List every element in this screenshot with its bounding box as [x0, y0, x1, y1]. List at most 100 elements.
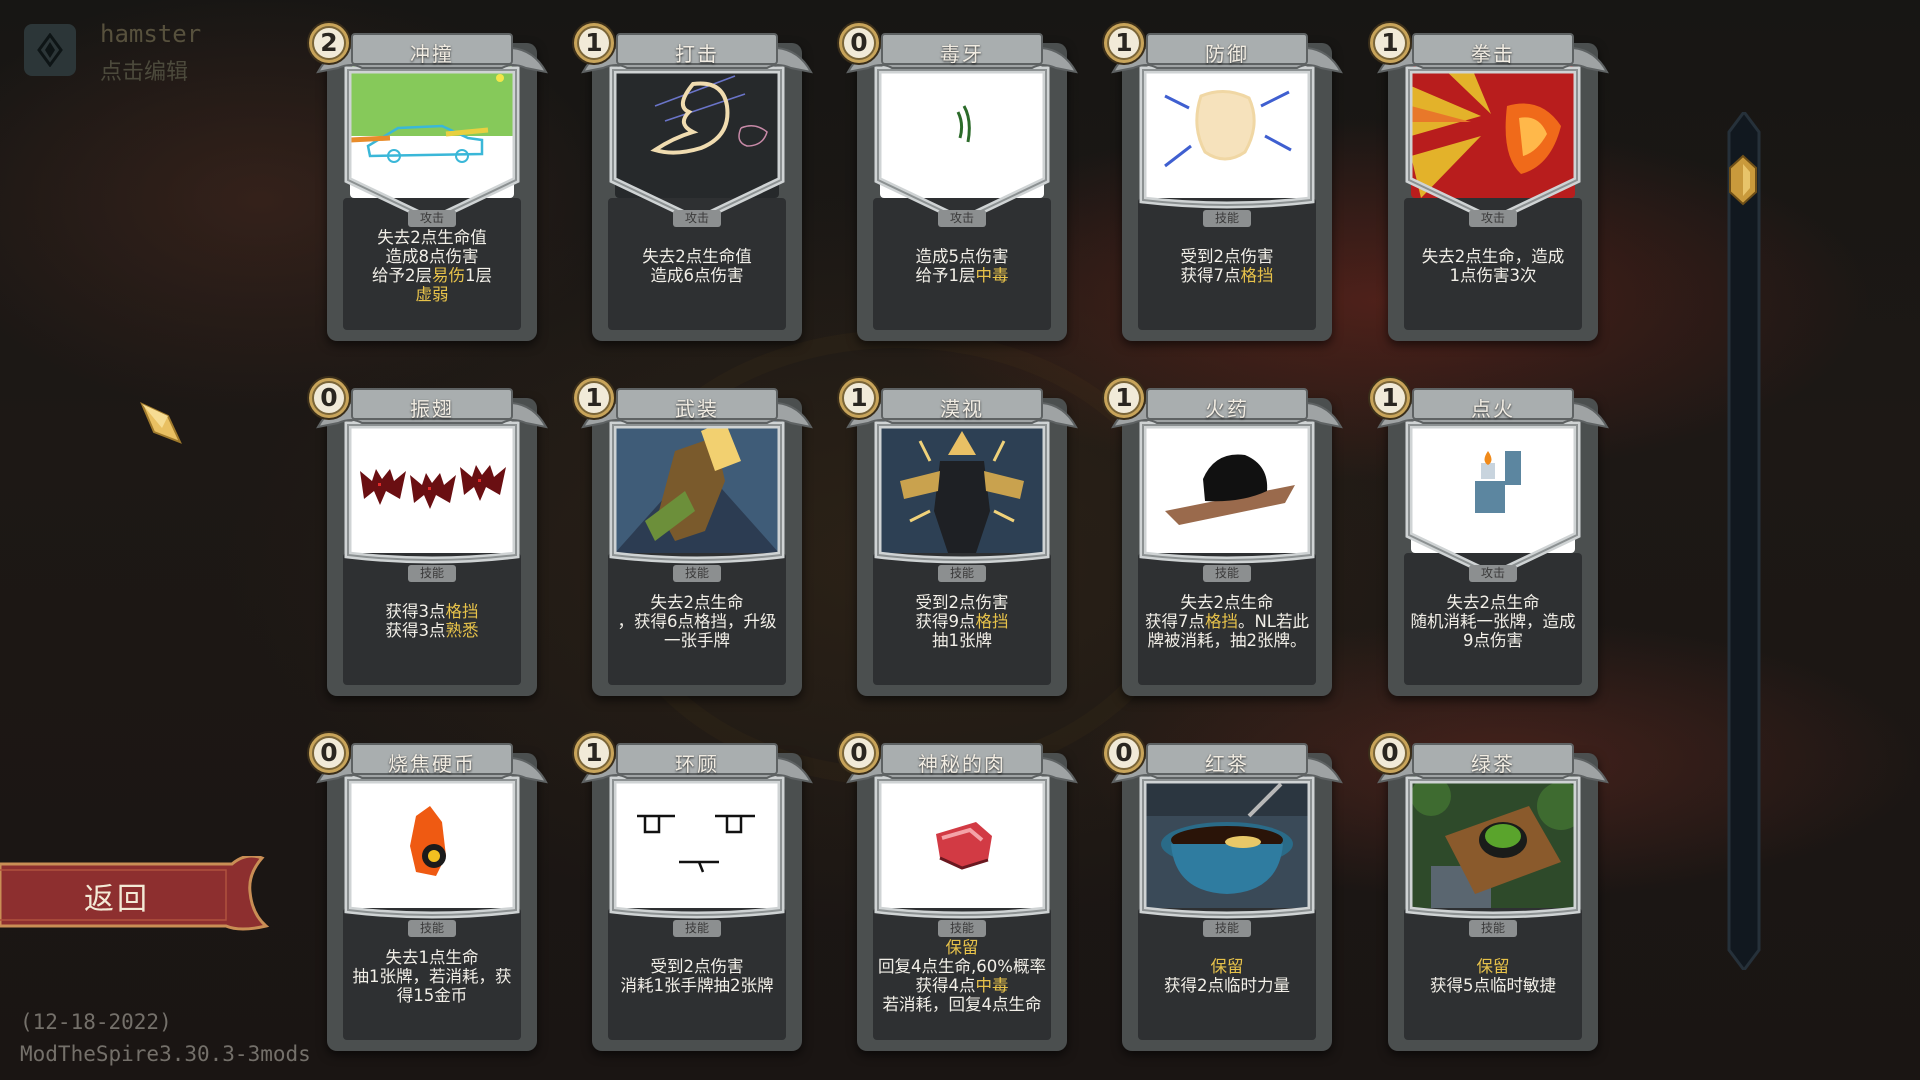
card[interactable]: 环顾 技能 受到2点伤害 消耗1张手牌抽2张牌 1: [572, 731, 817, 1058]
card[interactable]: 漠视 技能 受到2点伤害 获得9点格挡 抽1张牌 1: [837, 376, 1082, 703]
energy-cost: 1: [850, 383, 868, 412]
card-description-line: 牌被消耗，抽2张牌。: [1148, 631, 1307, 650]
energy-cost: 0: [850, 28, 868, 57]
profile-badge[interactable]: [24, 24, 76, 76]
back-button-label: 返回: [84, 882, 150, 917]
card-description-line: 失去2点生命值: [377, 228, 487, 247]
gem-cursor-icon: [140, 402, 182, 444]
card-description: 受到2点伤害 获得7点格挡: [1138, 208, 1316, 324]
energy-cost: 1: [1115, 28, 1133, 57]
card[interactable]: 毒牙 攻击 造成5点伤害 给予1层中毒 0: [837, 21, 1082, 348]
card[interactable]: 点火 攻击 失去2点生命 随机消耗一张牌，造成 9点伤害 1: [1368, 376, 1613, 703]
description-text: 得15金币: [396, 985, 468, 1005]
card-description-line: 给予2层易伤1层: [372, 266, 492, 285]
card[interactable]: 冲撞 攻击 失去2点生命值 造成8点伤害 给予2层易伤1层 虚弱 2: [307, 21, 552, 348]
card-description-line: 回复4点生命,60%概率: [878, 957, 1046, 976]
description-text: 获得4点: [915, 976, 976, 995]
card-description-line: 获得2点临时力量: [1164, 976, 1290, 995]
energy-cost: 1: [585, 28, 603, 57]
card-description-line: 造成6点伤害: [651, 266, 744, 285]
description-text: 造成8点伤害: [385, 247, 479, 266]
description-text: 获得7点: [1144, 611, 1205, 631]
description-text: 一张手牌: [664, 630, 730, 650]
card[interactable]: 拳击 攻击 失去2点生命，造成 1点伤害3次 1: [1368, 21, 1613, 348]
energy-cost: 0: [1115, 738, 1133, 767]
scrollbar-thumb[interactable]: [1726, 154, 1760, 206]
build-date: (12-18-2022): [20, 1010, 172, 1034]
card[interactable]: 红茶 技能 保留 获得2点临时力量 0: [1102, 731, 1347, 1058]
description-text: 受到2点伤害: [650, 957, 744, 976]
energy-cost: 1: [1381, 383, 1399, 412]
keyword: 保留: [1210, 957, 1244, 976]
description-text: 失去2点生命: [1446, 592, 1540, 612]
keyword: 格挡: [975, 611, 1009, 631]
card[interactable]: 绿茶 技能 保留 获得5点临时敏捷 0: [1368, 731, 1613, 1058]
card-description: 失去2点生命值 造成8点伤害 给予2层易伤1层 虚弱: [343, 208, 521, 324]
card-description: 保留 获得2点临时力量: [1138, 918, 1316, 1034]
card[interactable]: 打击 攻击 失去2点生命值 造成6点伤害 1: [572, 21, 817, 348]
card[interactable]: 烧焦硬币 技能 失去1点生命 抽1张牌，若消耗，获 得15金币 0: [307, 731, 552, 1058]
card[interactable]: 火药 技能 失去2点生命 获得7点格挡。NL若此 牌被消耗，抽2张牌。 1: [1102, 376, 1347, 703]
description-text: 1层: [465, 266, 492, 285]
keyword: 熟悉: [445, 621, 479, 640]
energy-cost: 1: [1115, 383, 1133, 412]
card-description: 受到2点伤害 获得9点格挡 抽1张牌: [873, 563, 1051, 679]
description-text: 。NL若此: [1237, 611, 1310, 631]
card-description: 受到2点伤害 消耗1张手牌抽2张牌: [608, 918, 786, 1034]
profile-edit-hint[interactable]: 点击编辑: [100, 54, 188, 86]
description-text: 给予1层: [915, 266, 976, 285]
card-description-line: 获得4点中毒: [916, 976, 1009, 995]
scrollbar-track[interactable]: [1725, 112, 1763, 970]
keyword: 保留: [1476, 957, 1510, 976]
card-description-line: 虚弱: [416, 285, 449, 304]
card-description-line: 获得7点格挡。NL若此: [1145, 612, 1309, 631]
card-description-line: 抽1张牌: [932, 631, 992, 650]
back-button[interactable]: 返回: [0, 856, 270, 934]
description-text: 受到2点伤害: [915, 592, 1009, 612]
card-description-line: 失去2点生命: [651, 593, 744, 612]
card-description: 造成5点伤害 给予1层中毒: [873, 208, 1051, 324]
card[interactable]: 神秘的肉 技能 保留 回复4点生命,60%概率 获得4点中毒 若消耗，回复4点生命 0: [837, 731, 1082, 1058]
description-text: 消耗1张手牌抽2张牌: [620, 976, 774, 995]
description-text: 获得2点临时力量: [1164, 976, 1290, 995]
card-description-line: 随机消耗一张牌，造成: [1411, 612, 1576, 631]
description-text: 抽1张牌: [932, 630, 992, 650]
description-text: 失去2点生命: [650, 592, 744, 612]
card-description-line: 抽1张牌，若消耗，获: [353, 967, 512, 986]
energy-cost: 2: [320, 28, 338, 57]
card-description-line: 获得9点格挡: [916, 612, 1009, 631]
card-description-line: 得15金币: [397, 986, 468, 1005]
card-description: 失去2点生命值 造成6点伤害: [608, 208, 786, 324]
description-text: 失去2点生命，造成: [1421, 247, 1565, 266]
description-text: 随机消耗一张牌，造成: [1410, 611, 1576, 631]
keyword: 格挡: [1240, 266, 1274, 285]
card-description: 获得3点格挡 获得3点熟悉: [343, 563, 521, 679]
card-description-line: 9点伤害: [1463, 631, 1523, 650]
card[interactable]: 武装 技能 失去2点生命 ，获得6点格挡，升级 一张手牌 1: [572, 376, 817, 703]
description-text: 获得7点: [1180, 266, 1241, 285]
description-text: 失去2点生命值: [642, 247, 752, 266]
card[interactable]: 防御 技能 受到2点伤害 获得7点格挡 1: [1102, 21, 1347, 348]
card-description-line: 保留: [1477, 957, 1510, 976]
description-text: 牌被消耗，抽2张牌。: [1147, 630, 1307, 650]
description-text: 造成6点伤害: [650, 266, 744, 285]
card-description-line: 造成5点伤害: [916, 247, 1009, 266]
description-text: 失去1点生命: [385, 947, 479, 967]
card-description: 失去1点生命 抽1张牌，若消耗，获 得15金币: [343, 918, 521, 1034]
card[interactable]: 振翅 技能 获得3点格挡 获得3点熟悉 0: [307, 376, 552, 703]
card-description: 保留 获得5点临时敏捷: [1404, 918, 1582, 1034]
card-description-line: 1点伤害3次: [1450, 266, 1537, 285]
profile-name[interactable]: hamster: [100, 20, 201, 48]
card-description-line: 失去2点生命: [1447, 593, 1540, 612]
energy-cost: 0: [1381, 738, 1399, 767]
energy-cost: 0: [320, 383, 338, 412]
card-description-line: 获得3点格挡: [386, 602, 479, 621]
energy-cost: 0: [320, 738, 338, 767]
keyword: 易伤: [432, 266, 465, 285]
energy-cost: 0: [850, 738, 868, 767]
description-text: 回复4点生命,60%概率: [878, 957, 1046, 976]
card-description-line: 受到2点伤害: [1181, 247, 1274, 266]
energy-cost: 1: [585, 383, 603, 412]
keyword: 格挡: [445, 602, 479, 621]
keyword: 虚弱: [415, 285, 449, 304]
